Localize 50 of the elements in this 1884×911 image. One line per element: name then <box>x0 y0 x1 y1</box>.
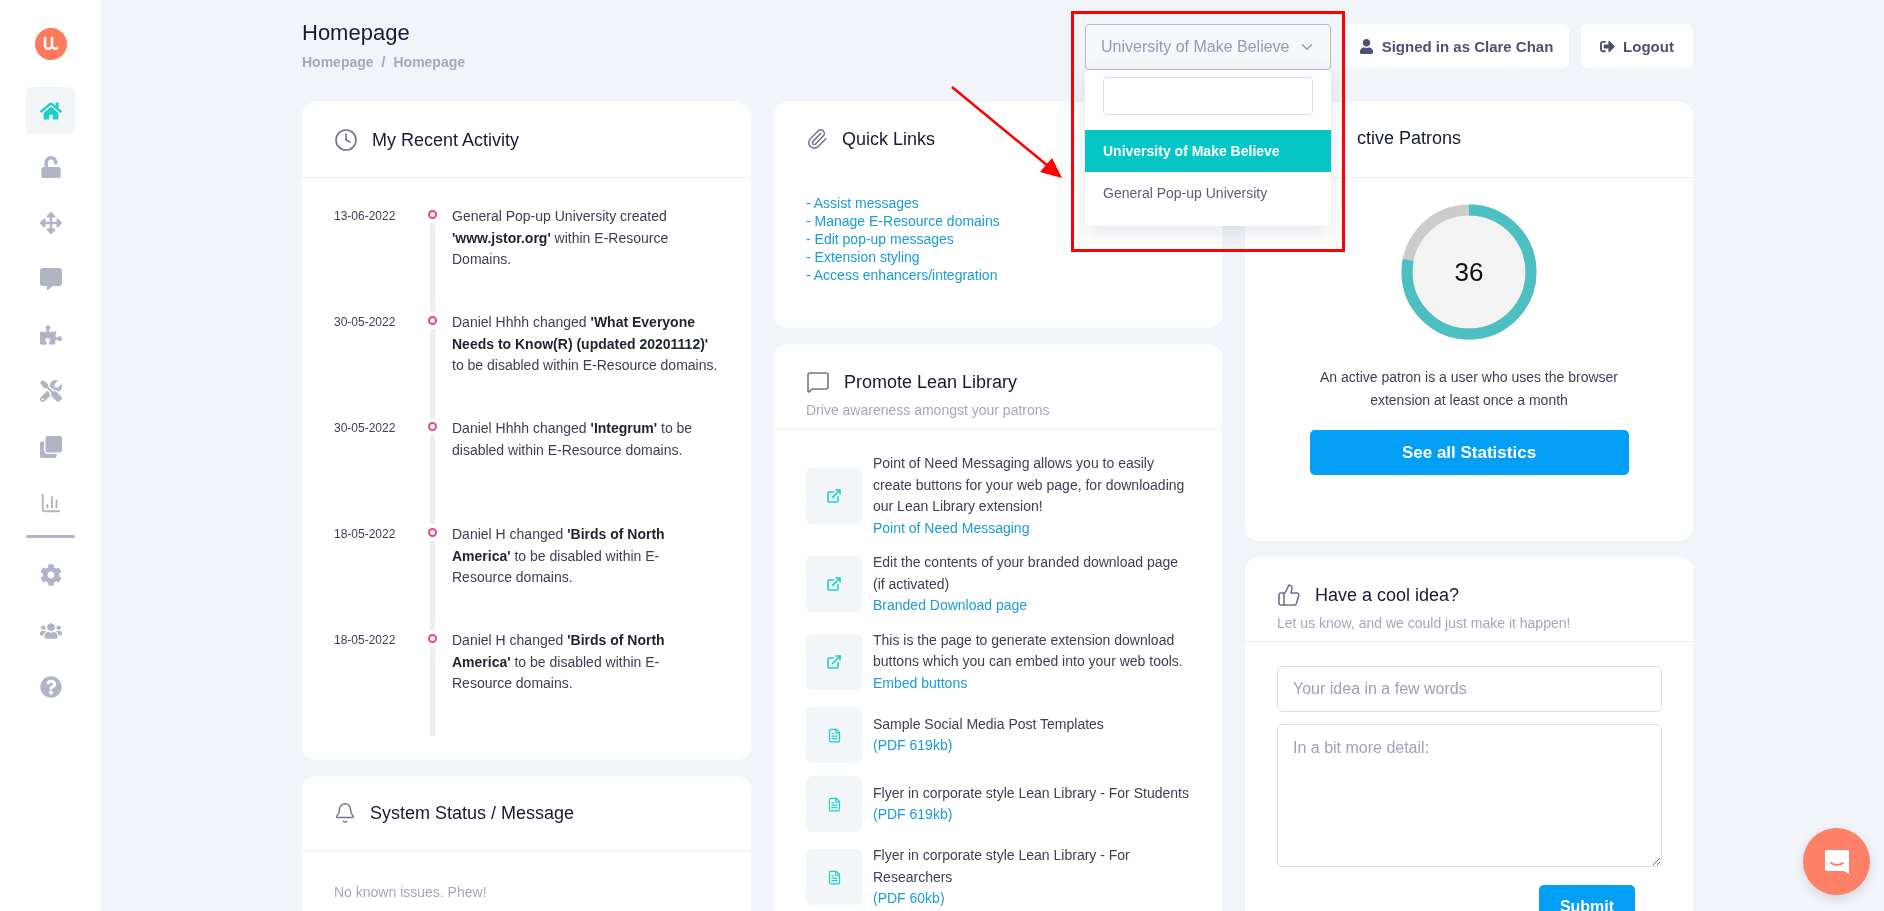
promo-link[interactable]: (PDF 60kb) <box>873 888 945 910</box>
promo-description: Flyer in corporate style Lean Library - For Students <box>873 783 1189 803</box>
detail-textarea[interactable]: In a bit more detail: <box>1277 724 1662 867</box>
card-subtitle: Drive awareness amongst your patrons <box>806 402 1051 418</box>
card-title: Have a cool idea? <box>1315 584 1460 606</box>
promo-link[interactable]: Point of Need Messaging <box>873 517 1030 539</box>
breadcrumb-item[interactable]: Homepage <box>393 54 466 70</box>
card-title: Promote Lean Library <box>844 371 1018 393</box>
dropdown-option[interactable]: General Pop-up University <box>1085 172 1331 214</box>
promo-link[interactable]: Embed buttons <box>873 672 968 694</box>
promo-description: Sample Social Media Post Templates <box>873 714 1104 734</box>
activity-date: 18-05-2022 <box>334 632 397 649</box>
activity-text: General Pop-up University created 'www.jstor.org' within E-Resource Domains. <box>452 207 670 269</box>
activity-text: Daniel H changed 'Birds of North America' to be disabled within E-Resource domains. <box>452 631 666 693</box>
quick-link[interactable]: - Extension styling <box>806 248 920 266</box>
card-title: System Status / Message <box>370 802 575 824</box>
activity-date: 30-05-2022 <box>334 314 397 331</box>
activity-text: Daniel Hhhh changed 'Integrum' to be disabled within E-Resource domains. <box>452 419 694 460</box>
promo-link[interactable]: Branded Download page <box>873 595 1028 617</box>
quick-link[interactable]: - Manage E-Resource domains <box>806 212 1000 230</box>
quick-link[interactable]: - Edit pop-up messages <box>806 230 954 248</box>
promo-link[interactable]: (PDF 619kb) <box>873 735 953 757</box>
card-subtitle: Let us know, and we could just make it happen! <box>1277 615 1572 631</box>
statistics-button[interactable]: See all Statistics <box>1309 430 1629 475</box>
promo-description: This is the page to generate extension download buttons which you can embed into your web tools. <box>873 630 1184 671</box>
patron-count: 36 <box>1454 256 1484 288</box>
card-title: Quick Links <box>842 128 936 150</box>
breadcrumb-separator: / <box>381 54 386 70</box>
idea-input[interactable]: Your idea in a few words <box>1277 666 1662 712</box>
patron-description: An active patron is a user who uses the browser extension at least once a month <box>1318 368 1619 410</box>
card-title: My Recent Activity <box>372 129 520 151</box>
activity-date: 18-05-2022 <box>334 526 397 543</box>
quick-link[interactable]: - Assist messages <box>806 194 919 212</box>
promo-link[interactable]: (PDF 619kb) <box>873 804 953 826</box>
breadcrumb-item[interactable]: Homepage <box>302 54 374 70</box>
logout-button[interactable]: Logout <box>1581 24 1693 68</box>
promo-description: Point of Need Messaging allows you to easily create buttons for your web page, for downloading our Lean Library extension! <box>873 454 1186 516</box>
activity-text: Daniel Hhhh changed 'What Everyone Needs to Know(R) (updated 20201112)' to be disabled within E-Resource domains. <box>452 313 719 375</box>
institution-select[interactable]: University of Make Believe <box>1085 24 1331 70</box>
activity-date: 30-05-2022 <box>334 420 397 437</box>
quick-link[interactable]: - Access enhancers/integration <box>806 266 998 284</box>
card-title: ctive Patrons <box>1357 128 1462 149</box>
activity-date: 13-06-2022 <box>334 208 397 225</box>
page-title: Homepage <box>302 20 411 46</box>
account-button[interactable]: Signed in as Clare Chan <box>1343 24 1569 68</box>
dropdown-option[interactable]: University of Make Believe <box>1085 130 1331 172</box>
activity-text: Daniel H changed 'Birds of North America' to be disabled within E-Resource domains. <box>452 525 666 587</box>
status-message: No known issues. Phew! <box>334 884 488 900</box>
promo-description: Edit the contents of your branded download page (if activated) <box>873 553 1180 594</box>
promo-description: Flyer in corporate style Lean Library - For Researchers <box>873 846 1131 887</box>
